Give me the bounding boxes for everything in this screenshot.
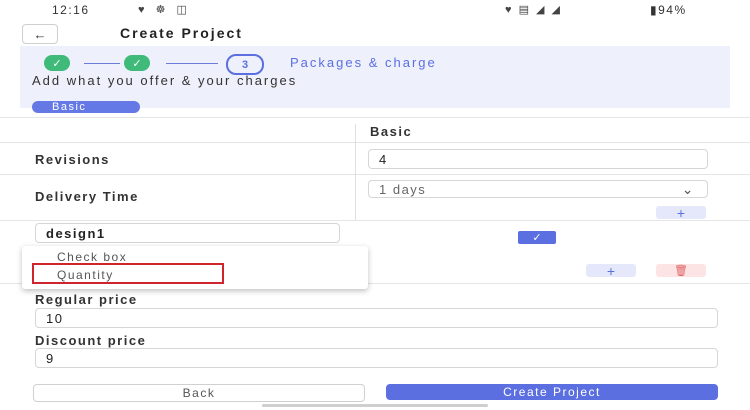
discount-price-label: Discount price bbox=[35, 333, 147, 348]
back-arrow-button[interactable]: ← bbox=[22, 24, 58, 44]
notification-icons: ♥ ☸ ◫ bbox=[138, 4, 191, 16]
step-connector bbox=[84, 63, 120, 64]
regular-price-value: 10 bbox=[46, 310, 64, 326]
plus-icon: + bbox=[676, 204, 686, 221]
step-3-current: 3 bbox=[226, 54, 264, 75]
delivery-time-label: Delivery Time bbox=[35, 189, 139, 204]
feature-checkbox[interactable]: ✓ bbox=[518, 231, 556, 244]
feature-name-input[interactable]: design1 bbox=[35, 223, 340, 243]
revisions-input[interactable]: 4 bbox=[368, 149, 708, 169]
step-label: Packages & charge bbox=[290, 55, 437, 70]
divider bbox=[0, 142, 750, 143]
delivery-time-value: 1 days bbox=[379, 181, 427, 197]
add-row-button[interactable]: + bbox=[656, 204, 706, 221]
check-icon: ✓ bbox=[132, 57, 142, 70]
divider bbox=[0, 174, 750, 175]
status-time: 12:16 bbox=[52, 3, 90, 17]
divider bbox=[0, 220, 750, 221]
discount-price-value: 9 bbox=[46, 350, 55, 366]
discount-price-input[interactable]: 9 bbox=[35, 348, 718, 368]
step-2-complete-icon: ✓ bbox=[124, 55, 150, 71]
check-icon: ✓ bbox=[52, 57, 62, 70]
check-icon: ✓ bbox=[532, 232, 542, 244]
package-column-header: Basic bbox=[370, 124, 413, 139]
trash-icon: 🗑 bbox=[674, 265, 688, 277]
create-project-button[interactable]: Create Project bbox=[386, 384, 718, 400]
regular-price-label: Regular price bbox=[35, 292, 138, 307]
package-badge: Basic bbox=[32, 101, 140, 113]
delete-feature-button[interactable]: 🗑 bbox=[656, 264, 706, 277]
revisions-label: Revisions bbox=[35, 152, 110, 167]
step-connector bbox=[166, 63, 218, 64]
page-title: Create Project bbox=[120, 25, 243, 41]
highlight-box bbox=[32, 263, 224, 284]
revisions-value: 4 bbox=[379, 151, 388, 167]
back-arrow-icon: ← bbox=[33, 26, 47, 42]
divider bbox=[0, 117, 750, 118]
plus-icon: + bbox=[606, 262, 616, 279]
add-feature-button[interactable]: + bbox=[586, 262, 636, 279]
signal-icons: ♥ ▤ ◢ ◢ bbox=[505, 4, 563, 16]
back-button[interactable]: Back bbox=[33, 384, 365, 402]
status-bar: 12:16 ♥ ☸ ◫ ♥ ▤ ◢ ◢ ▮94% bbox=[0, 0, 750, 20]
home-indicator[interactable] bbox=[262, 404, 488, 407]
step-1-complete-icon: ✓ bbox=[44, 55, 70, 71]
feature-name-value: design1 bbox=[46, 225, 106, 241]
step-subtitle: Add what you offer & your charges bbox=[32, 73, 298, 88]
chevron-down-icon: ⌄ bbox=[681, 180, 695, 197]
regular-price-input[interactable]: 10 bbox=[35, 308, 718, 328]
delivery-time-select[interactable]: 1 days ⌄ bbox=[368, 180, 708, 198]
column-divider bbox=[355, 124, 356, 220]
dropdown-option-checkbox[interactable]: Check box bbox=[57, 250, 127, 264]
battery-indicator: ▮94% bbox=[650, 3, 687, 17]
